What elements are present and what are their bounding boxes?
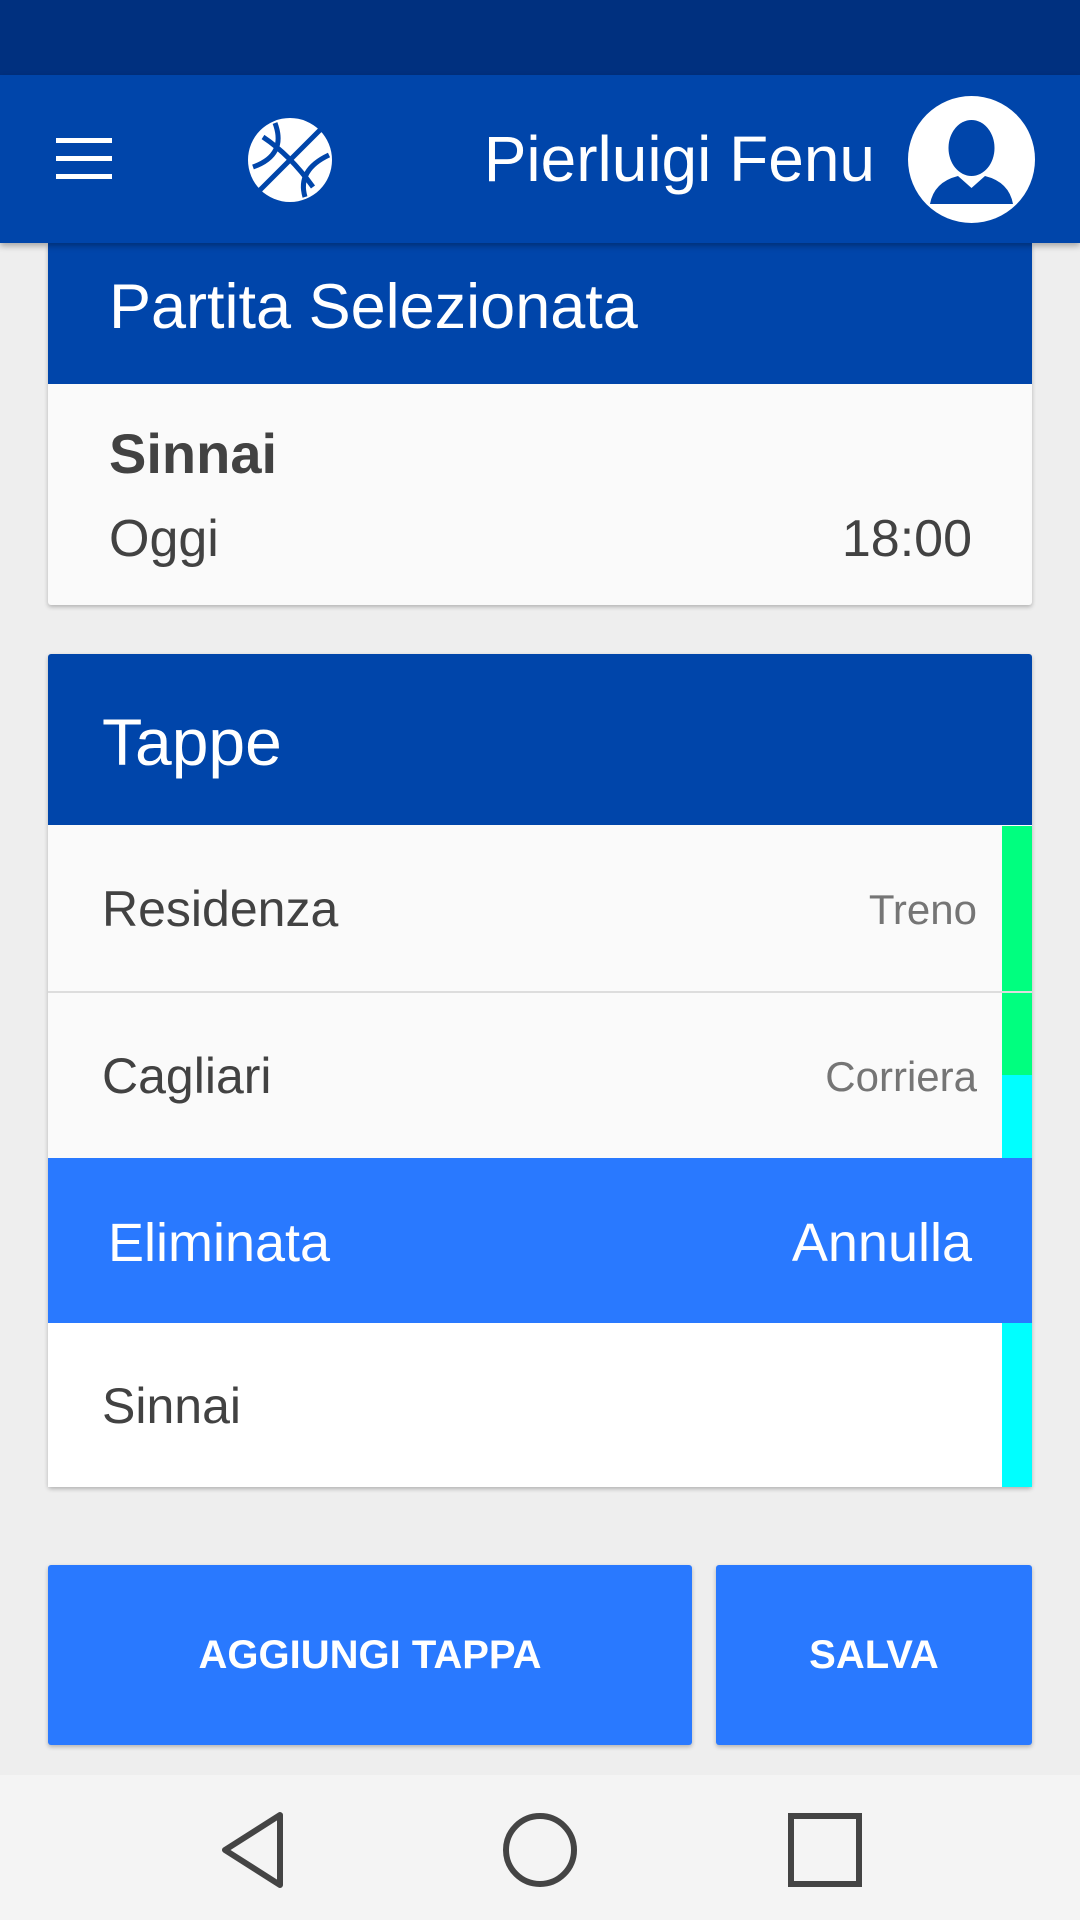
bus-route-strip bbox=[1002, 1075, 1032, 1158]
stage-transport-mode: Treno bbox=[868, 886, 977, 933]
bus-route-strip bbox=[1002, 1323, 1032, 1487]
stage-row-cagliari[interactable]: Cagliari Corriera bbox=[48, 993, 1032, 1158]
deleted-label: Eliminata bbox=[108, 1213, 331, 1273]
back-triangle-icon[interactable] bbox=[210, 1805, 300, 1895]
stages-header: Tappe bbox=[48, 654, 1032, 825]
save-button[interactable]: SALVA bbox=[716, 1565, 1032, 1745]
system-nav-bar bbox=[0, 1775, 1080, 1920]
deleted-stage-row: Eliminata Annulla bbox=[48, 1158, 1032, 1323]
status-bar bbox=[0, 0, 1080, 75]
recents-square-icon[interactable] bbox=[780, 1805, 870, 1895]
stages-card: Tappe Residenza Treno Cagliari Corriera … bbox=[48, 654, 1032, 1487]
selected-match-title: Partita Selezionata bbox=[109, 272, 638, 342]
hamburger-menu-icon[interactable] bbox=[40, 125, 128, 193]
stage-label: Residenza bbox=[102, 881, 339, 937]
user-avatar-icon[interactable] bbox=[908, 96, 1035, 223]
add-stage-button[interactable]: AGGIUNGI TAPPA bbox=[48, 1565, 692, 1745]
home-circle-icon[interactable] bbox=[495, 1805, 585, 1895]
match-day: Oggi bbox=[109, 510, 219, 568]
train-route-strip bbox=[1002, 826, 1032, 991]
stage-label: Sinnai bbox=[102, 1378, 241, 1434]
match-name: Sinnai bbox=[109, 422, 278, 485]
stages-title: Tappe bbox=[102, 705, 282, 779]
stage-transport-mode: Corriera bbox=[825, 1053, 977, 1100]
match-time: 18:00 bbox=[841, 510, 972, 568]
undo-button[interactable]: Annulla bbox=[792, 1212, 972, 1274]
stage-label: Cagliari bbox=[102, 1048, 272, 1104]
stage-row-residenza[interactable]: Residenza Treno bbox=[48, 826, 1032, 993]
stage-row-sinnai[interactable]: Sinnai bbox=[48, 1323, 1032, 1487]
selected-match-header: Partita Selezionata bbox=[48, 243, 1032, 384]
selected-match-card: Partita Selezionata Sinnai Oggi 18:00 bbox=[48, 243, 1032, 605]
train-route-strip bbox=[1002, 993, 1032, 1075]
app-bar: Pierluigi Fenu bbox=[0, 75, 1080, 243]
basketball-icon bbox=[245, 115, 335, 205]
user-name: Pierluigi Fenu bbox=[483, 123, 875, 195]
